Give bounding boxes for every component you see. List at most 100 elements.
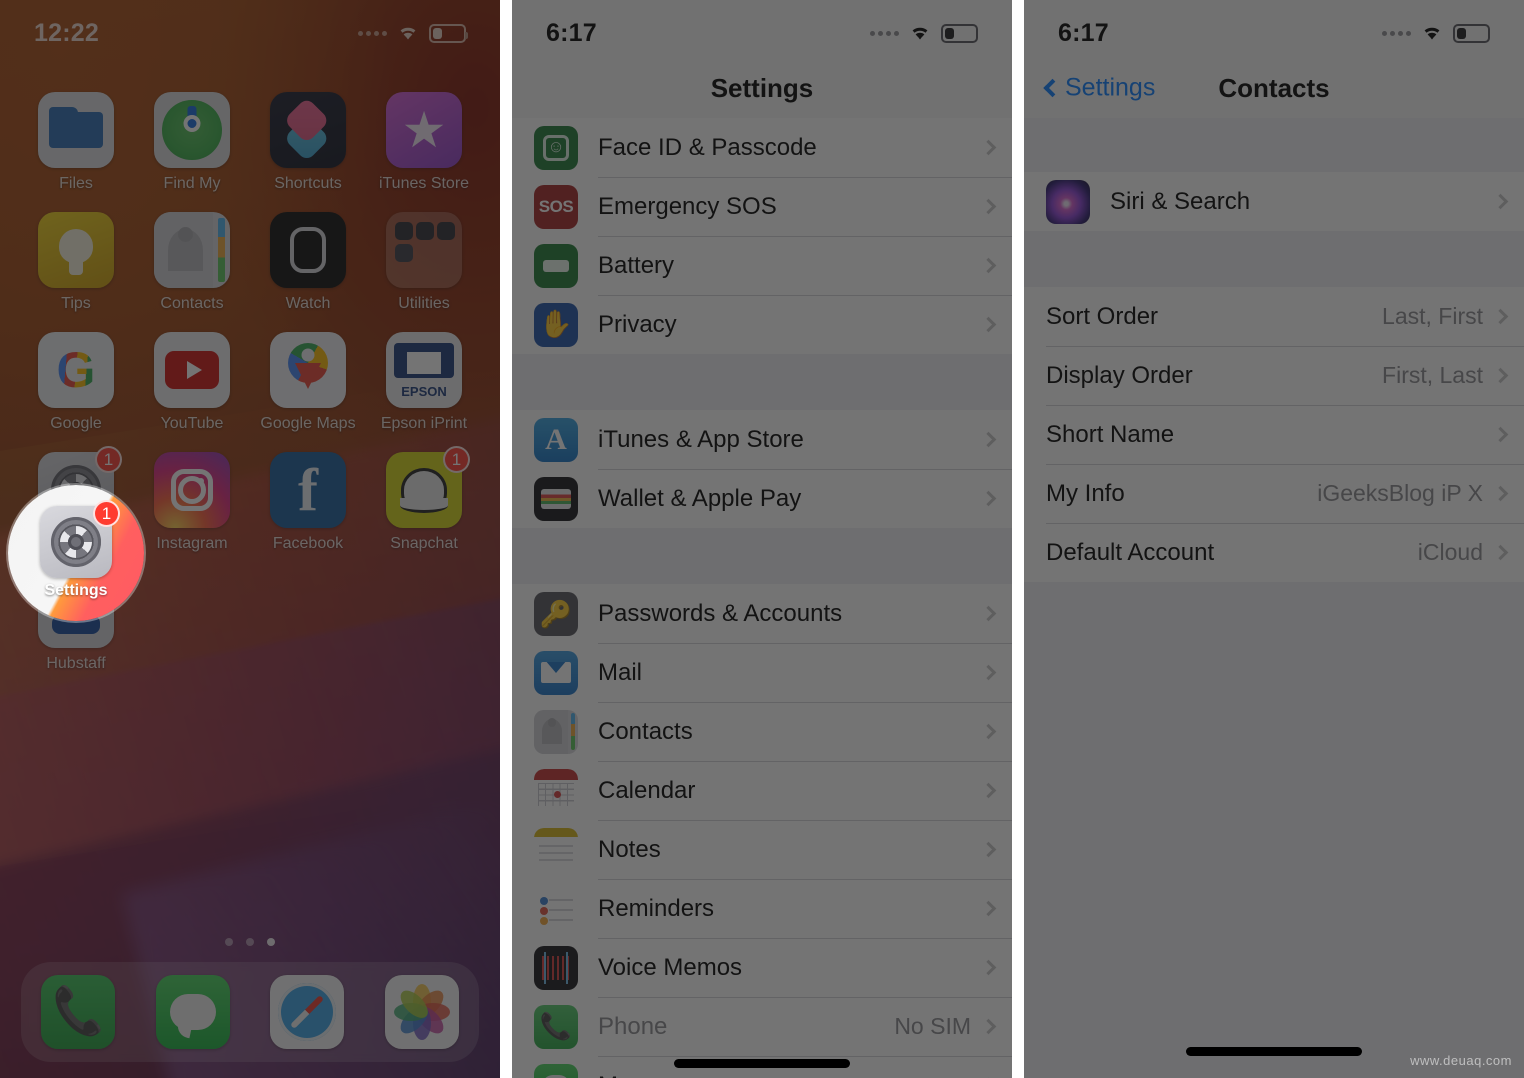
- tips-app-icon: [38, 212, 114, 288]
- group-separator: [512, 354, 1012, 410]
- contacts-app-icon: [154, 212, 230, 288]
- app-label: Shortcuts: [274, 175, 342, 192]
- chevron-left-icon: [1043, 78, 1062, 98]
- app-icon-google[interactable]: G Google: [18, 332, 134, 433]
- row-label: Battery: [598, 251, 675, 279]
- home-indicator[interactable]: [1186, 1047, 1362, 1056]
- settings-row-privacy[interactable]: ✋ Privacy: [512, 295, 1012, 354]
- access-list: Siri & Search: [1024, 172, 1524, 231]
- dock-item-phone[interactable]: 📞: [41, 975, 116, 1049]
- app-icon-epson-iprint[interactable]: EPSON Epson iPrint: [366, 332, 482, 433]
- phone-icon: 📞: [534, 1004, 578, 1049]
- chevron-right-icon: [980, 139, 997, 156]
- settings-row-contacts-highlighted[interactable]: Contacts: [512, 702, 1012, 761]
- page-title: Contacts: [1218, 72, 1330, 103]
- settings-row-mail[interactable]: Mail: [512, 643, 1012, 702]
- app-icon-watch[interactable]: Watch: [250, 212, 366, 313]
- highlight-spotlight-settings[interactable]: 1 Settings: [8, 485, 144, 621]
- app-label: Watch: [285, 295, 331, 312]
- chevron-right-icon: [980, 723, 997, 740]
- wallet-icon: [534, 476, 578, 521]
- status-indicators: [358, 23, 468, 43]
- chevron-right-icon: [980, 841, 997, 858]
- back-button-label: Settings: [1065, 73, 1156, 102]
- dock-item-photos[interactable]: [384, 975, 459, 1049]
- chevron-right-icon: [1492, 308, 1509, 325]
- utilities-folder-icon: [386, 212, 462, 288]
- settings-row-default-account-highlighted[interactable]: Default Account iCloud: [1024, 523, 1524, 582]
- settings-row-reminders[interactable]: Reminders: [512, 879, 1012, 938]
- chevron-right-icon: [1492, 367, 1509, 384]
- settings-row-notes[interactable]: Notes: [512, 820, 1012, 879]
- settings-row-short-name[interactable]: Short Name: [1024, 405, 1524, 464]
- chevron-right-icon: [980, 605, 997, 622]
- home-indicator[interactable]: [674, 1059, 850, 1068]
- notification-badge: 1: [93, 500, 120, 527]
- settings-row-itunes-app-store[interactable]: A iTunes & App Store: [512, 410, 1012, 469]
- settings-row-face-id[interactable]: Face ID & Passcode: [512, 118, 1012, 177]
- app-icon-find-my[interactable]: Find My: [134, 92, 250, 193]
- app-icon-instagram[interactable]: Instagram: [134, 452, 250, 553]
- row-label: Emergency SOS: [598, 192, 777, 220]
- app-icon-files[interactable]: Files: [18, 92, 134, 193]
- messages-icon: [534, 1063, 578, 1078]
- row-label: Messages: [598, 1072, 983, 1078]
- wifi-icon: [396, 24, 420, 42]
- row-label: Display Order: [1046, 361, 1193, 389]
- battery-icon: [429, 23, 468, 43]
- app-icon-google-maps[interactable]: Google Maps: [250, 332, 366, 433]
- app-label: Contacts: [160, 295, 224, 312]
- face-id-icon: [534, 125, 578, 170]
- row-label: Notes: [598, 835, 661, 863]
- row-value: iGeeksBlog iP X: [1317, 480, 1483, 506]
- dock-item-safari[interactable]: [270, 975, 345, 1049]
- app-label: Tips: [61, 295, 91, 312]
- settings-row-siri-search[interactable]: Siri & Search: [1024, 172, 1524, 231]
- voice-memos-icon: [534, 945, 578, 990]
- app-folder-utilities[interactable]: Utilities: [366, 212, 482, 313]
- settings-list: Face ID & Passcode SOS Emergency SOS Bat…: [512, 118, 1012, 1078]
- chevron-right-icon: [1492, 544, 1509, 561]
- app-icon-youtube[interactable]: YouTube: [134, 332, 250, 433]
- app-icon-contacts[interactable]: Contacts: [134, 212, 250, 313]
- files-app-icon: [38, 92, 114, 168]
- page-title: Settings: [710, 72, 814, 103]
- photos-app-icon: [384, 975, 459, 1049]
- itunes-store-app-icon: ★: [386, 92, 462, 168]
- status-bar: 6:17: [512, 0, 1012, 58]
- settings-row-battery[interactable]: Battery: [512, 236, 1012, 295]
- settings-row-phone[interactable]: 📞 Phone No SIM: [512, 997, 1012, 1056]
- settings-row-calendar[interactable]: Calendar: [512, 761, 1012, 820]
- reminders-icon: [534, 886, 578, 931]
- page-dots[interactable]: [0, 938, 500, 946]
- row-label: Passwords & Accounts: [598, 599, 843, 627]
- row-label: Siri & Search: [1110, 187, 1251, 215]
- passwords-key-icon: 🔑: [534, 591, 578, 636]
- settings-row-passwords-accounts[interactable]: 🔑 Passwords & Accounts: [512, 584, 1012, 643]
- settings-row-my-info[interactable]: My Info iGeeksBlog iP X: [1024, 464, 1524, 523]
- nav-bar: Settings: [512, 58, 1012, 118]
- battery-icon: [941, 23, 978, 43]
- app-label: Find My: [163, 175, 221, 192]
- settings-row-wallet-apple-pay[interactable]: Wallet & Apple Pay: [512, 469, 1012, 528]
- find-my-app-icon: [154, 92, 230, 168]
- siri-search-icon: [1046, 179, 1090, 224]
- app-icon-itunes-store[interactable]: ★ iTunes Store: [366, 92, 482, 193]
- settings-row-voice-memos[interactable]: Voice Memos: [512, 938, 1012, 997]
- settings-row-display-order[interactable]: Display Order First, Last: [1024, 346, 1524, 405]
- settings-row-emergency-sos[interactable]: SOS Emergency SOS: [512, 177, 1012, 236]
- status-bar: 6:17: [1024, 0, 1524, 58]
- options-list: Sort Order Last, First Display Order Fir…: [1024, 287, 1524, 582]
- calendar-icon: [534, 768, 578, 813]
- back-button[interactable]: Settings: [1043, 73, 1156, 103]
- app-icon-snapchat[interactable]: 1 Snapchat: [366, 446, 482, 553]
- app-icon-shortcuts[interactable]: Shortcuts: [250, 92, 366, 193]
- app-label: Hubstaff: [46, 655, 106, 672]
- status-time: 6:17: [546, 18, 597, 47]
- settings-row-sort-order[interactable]: Sort Order Last, First: [1024, 287, 1524, 346]
- watch-app-icon: [270, 212, 346, 288]
- shortcuts-app-icon: [270, 92, 346, 168]
- dock-item-messages[interactable]: [155, 975, 230, 1049]
- app-icon-facebook[interactable]: f Facebook: [250, 452, 366, 553]
- app-icon-tips[interactable]: Tips: [18, 212, 134, 313]
